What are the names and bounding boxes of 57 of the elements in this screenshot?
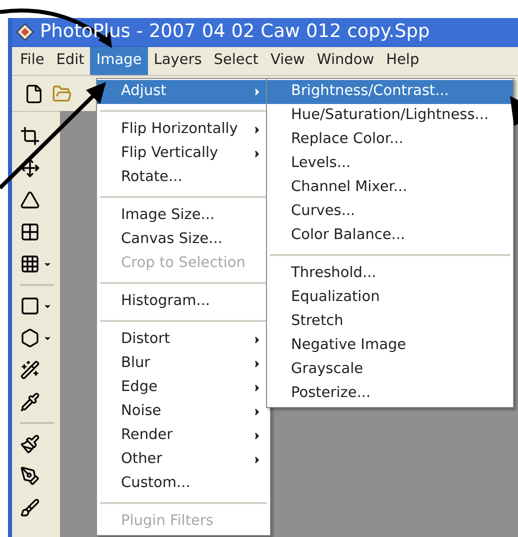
menu-bar-item[interactable]: Select — [208, 47, 264, 75]
submenu-arrow-icon — [252, 407, 262, 417]
app-logo-icon — [16, 23, 34, 41]
menu-item[interactable]: Stretch — [267, 310, 513, 334]
menu-item[interactable]: Replace Color... — [267, 128, 513, 152]
magic-wand-icon[interactable] — [20, 360, 40, 380]
submenu-arrow-icon — [252, 455, 262, 465]
menu-item[interactable]: Posterize... — [267, 382, 513, 406]
menu-item[interactable]: Brightness/Contrast... — [267, 80, 513, 104]
menu-item[interactable]: Render — [97, 424, 270, 448]
menu-item[interactable]: Negative Image — [267, 334, 513, 358]
menu-item[interactable]: Levels... — [267, 152, 513, 176]
menu-bar-item[interactable]: View — [264, 47, 311, 75]
brush-icon[interactable] — [20, 498, 40, 518]
menu-item[interactable]: Equalization — [267, 286, 513, 310]
rectangle-selection-icon[interactable] — [20, 296, 40, 316]
pen-icon[interactable] — [20, 466, 40, 486]
move-icon[interactable] — [20, 158, 40, 178]
menu-item[interactable]: Flip Vertically — [97, 142, 270, 166]
menu-bar-item[interactable]: Image — [90, 47, 148, 75]
menu-item[interactable]: Color Balance... — [267, 224, 513, 248]
submenu-arrow-icon — [252, 125, 262, 135]
menu-item[interactable]: Flip Horizontally — [97, 118, 270, 142]
menu-item[interactable]: Distort — [97, 328, 270, 352]
menu-bar-item[interactable]: Window — [310, 47, 380, 75]
menu-bar-item[interactable]: Edit — [50, 47, 90, 75]
menu-item[interactable]: Canvas Size... — [97, 228, 270, 252]
paintbrush-icon[interactable] — [20, 434, 40, 454]
submenu-arrow-icon — [252, 431, 262, 441]
ellipse-selection-icon[interactable] — [20, 328, 40, 348]
menu-item[interactable]: Blur — [97, 352, 270, 376]
deform-icon[interactable] — [20, 222, 40, 242]
menu-bar-item[interactable]: Layers — [148, 47, 208, 75]
menu-item[interactable]: Grayscale — [267, 358, 513, 382]
menu-item[interactable]: Image Size... — [97, 204, 270, 228]
menu-bar-item[interactable]: Help — [380, 47, 426, 75]
submenu-arrow-icon — [252, 149, 262, 159]
perspective-icon[interactable] — [20, 190, 40, 210]
menu-bar-item[interactable]: File — [14, 47, 50, 75]
menu-item[interactable]: Curves... — [267, 200, 513, 224]
menu-item[interactable]: Custom... — [97, 472, 270, 496]
submenu-arrow-icon — [252, 383, 262, 393]
menu-item[interactable]: Other — [97, 448, 270, 472]
menu-item[interactable]: Histogram... — [97, 290, 270, 314]
menu-item[interactable]: Edge — [97, 376, 270, 400]
submenu-arrow-icon — [252, 335, 262, 345]
menu-item[interactable]: Threshold... — [267, 262, 513, 286]
new-document-icon[interactable] — [24, 84, 44, 104]
open-folder-icon[interactable] — [52, 84, 72, 104]
submenu-arrow-icon — [252, 359, 262, 369]
menu-item[interactable]: Noise — [97, 400, 270, 424]
color-picker-icon[interactable] — [20, 392, 40, 412]
submenu-arrow-icon — [252, 87, 262, 97]
menu-item[interactable]: Channel Mixer... — [267, 176, 513, 200]
crop-icon[interactable] — [20, 126, 40, 146]
menu-item[interactable]: Hue/Saturation/Lightness... — [267, 104, 513, 128]
menu-item[interactable]: Rotate... — [97, 166, 270, 190]
